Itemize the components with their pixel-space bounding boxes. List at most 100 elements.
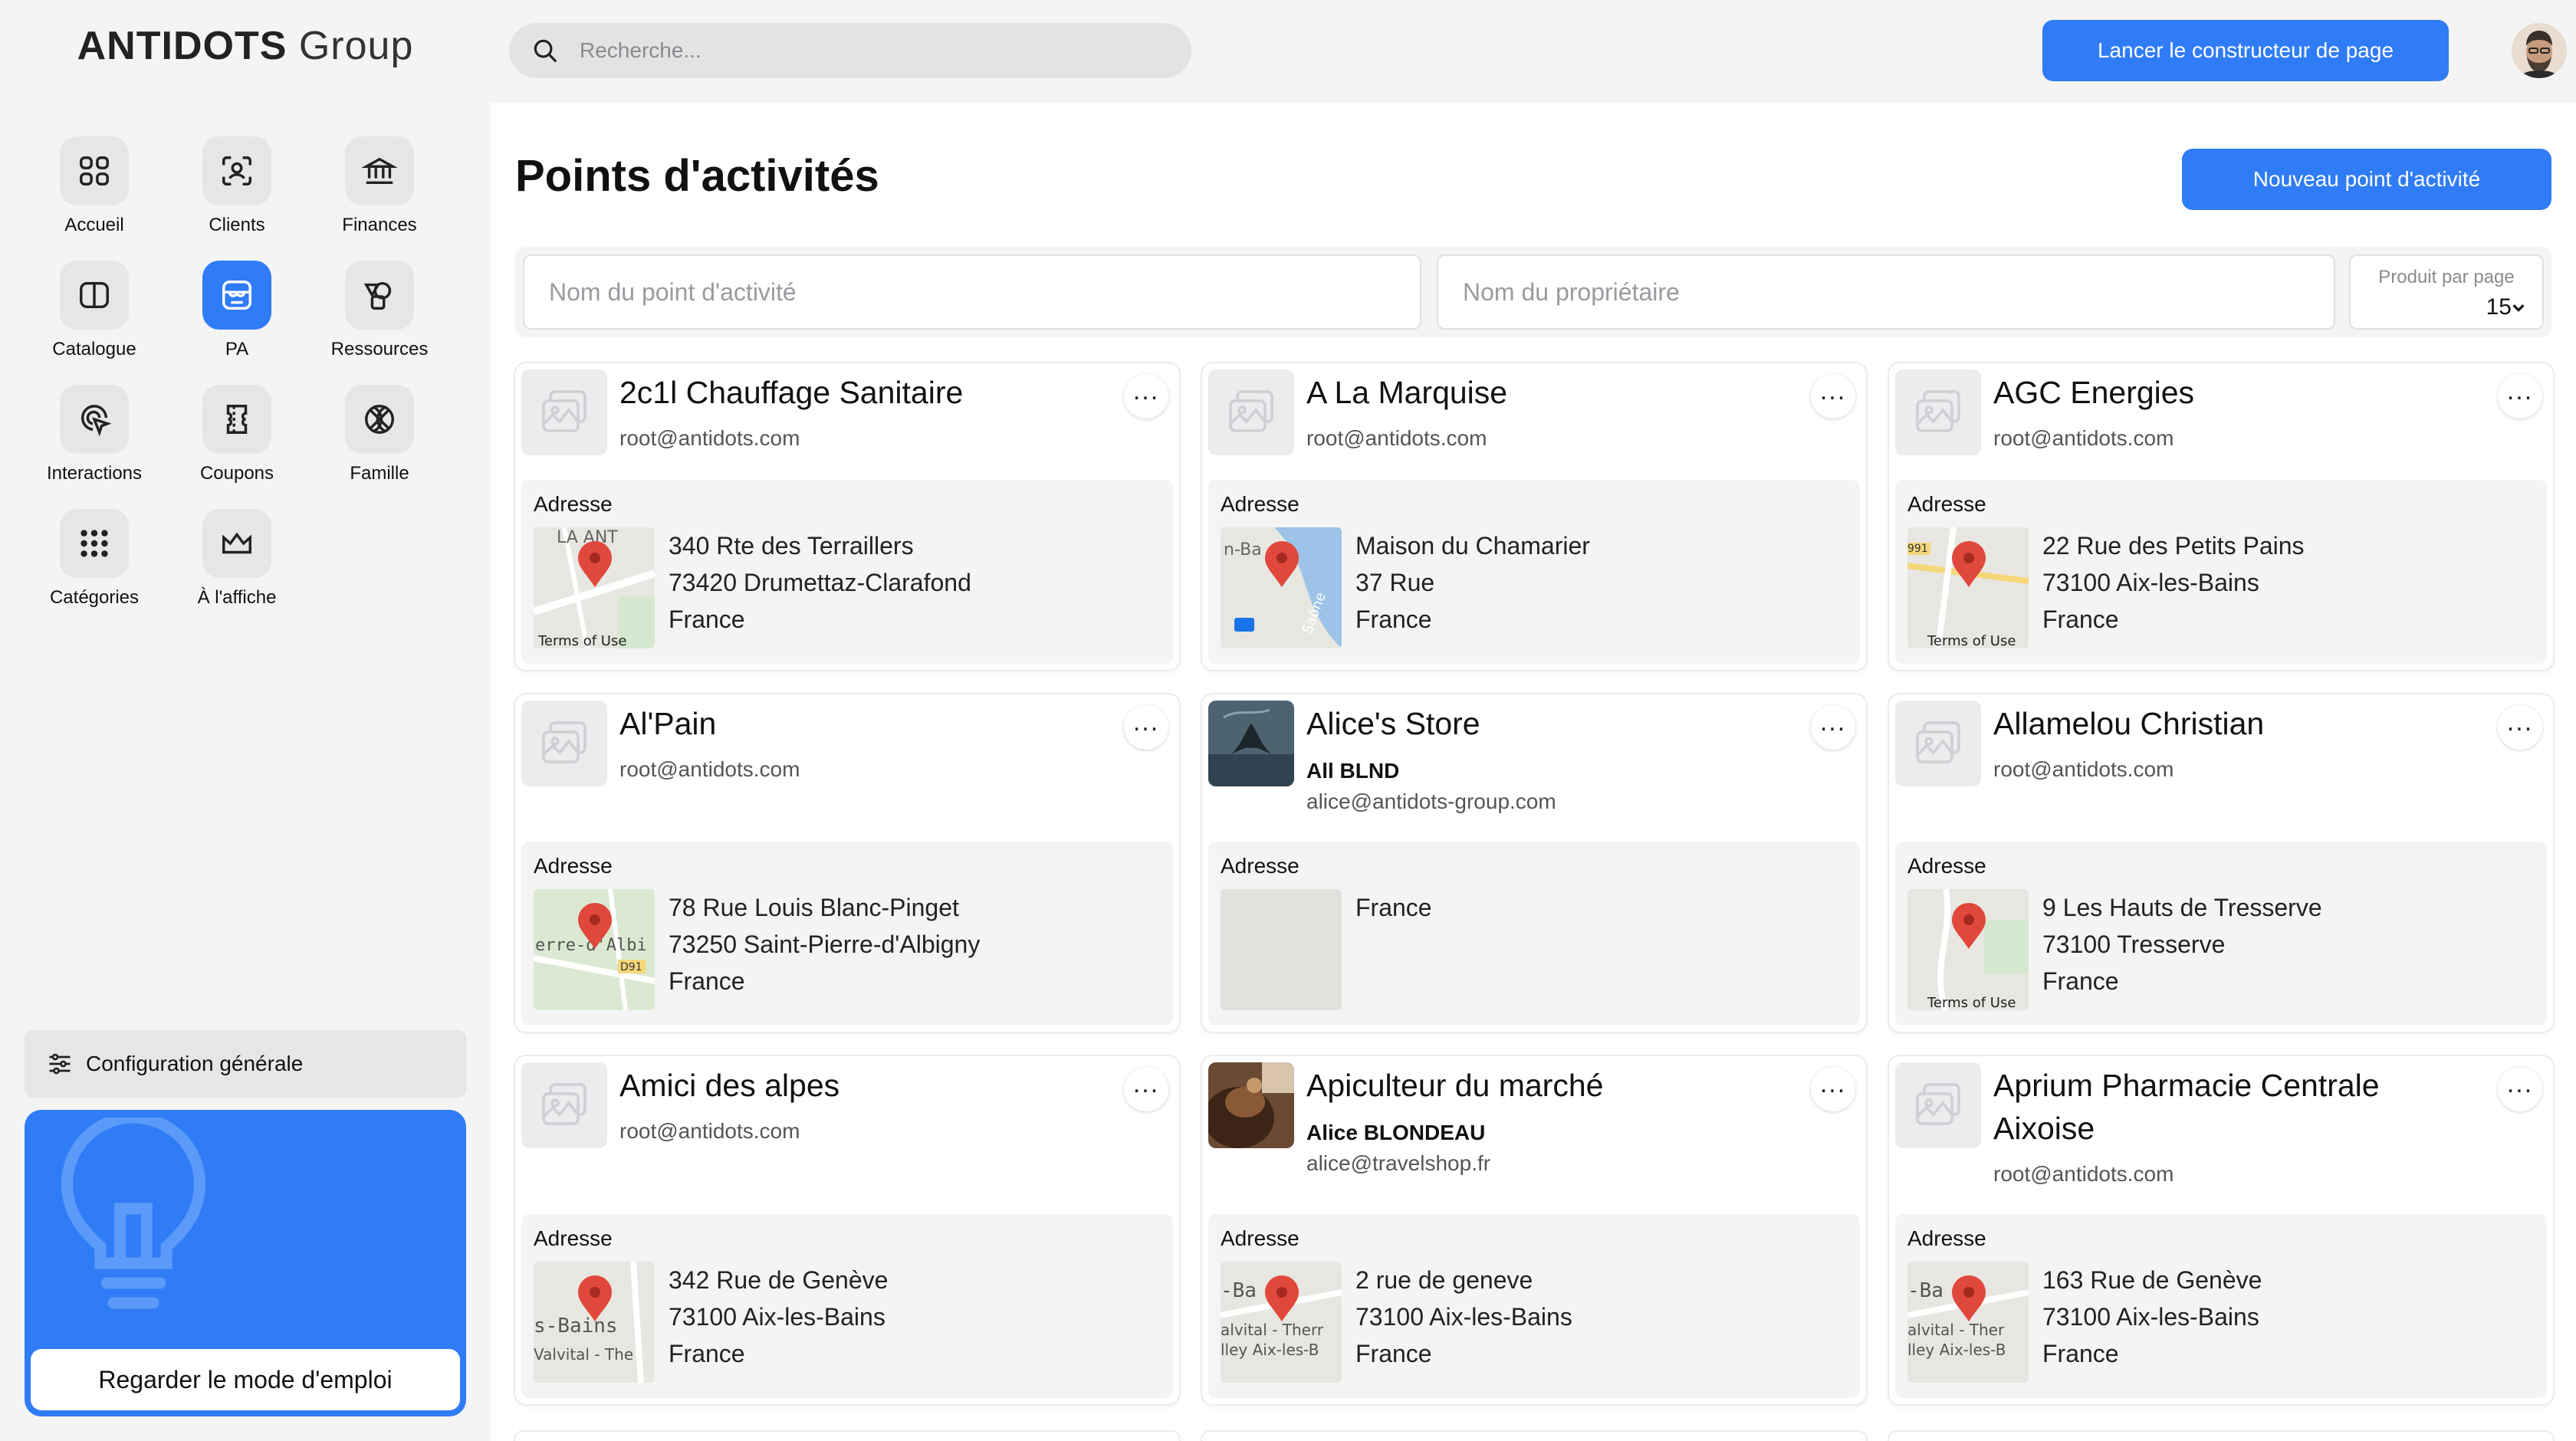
map-thumbnail[interactable]: erre-d'Albi D91 <box>534 889 655 1010</box>
nav-item-catalogue[interactable]: Catalogue <box>23 261 166 360</box>
sidebar: ANTIDOTS Group Accueil Clients Finances … <box>0 0 491 1441</box>
address-line: France <box>1355 894 1432 921</box>
launch-page-builder-button[interactable]: Lancer le constructeur de page <box>2042 20 2449 81</box>
more-options-button[interactable]: ... <box>2498 374 2542 419</box>
placeholder-image-icon <box>1208 369 1294 455</box>
activity-card[interactable]: A La Marquise root@antidots.com ... Adre… <box>1202 363 1866 670</box>
nav-item-clients[interactable]: Clients <box>166 136 308 236</box>
dots-grid-icon <box>60 509 129 578</box>
activity-card[interactable]: Al'Pain root@antidots.com ... Adresse er… <box>515 694 1179 1032</box>
address-line: France <box>669 967 745 995</box>
map-thumbnail[interactable]: -Ba alvital - Ther lley Aix-les-B <box>1907 1262 2029 1383</box>
search-input[interactable] <box>580 38 1162 63</box>
ticket-icon <box>202 385 271 454</box>
address-line: 73100 Aix-les-Bains <box>1355 1303 1572 1331</box>
activity-card[interactable]: 2c1l Chauffage Sanitaire root@antidots.c… <box>515 363 1179 670</box>
map-thumbnail[interactable]: Terms of Use <box>1907 889 2029 1010</box>
nav-item-a-laffiche[interactable]: À l'affiche <box>166 509 308 609</box>
address-line: 73100 Aix-les-Bains <box>669 1303 886 1331</box>
address-label: Adresse <box>1221 854 1300 878</box>
more-options-button[interactable]: ... <box>1811 374 1855 419</box>
search-icon <box>534 39 557 63</box>
address-line: France <box>669 606 745 633</box>
activity-card-partial[interactable] <box>1202 1432 1866 1441</box>
nav-item-finances[interactable]: Finances <box>308 136 451 236</box>
activity-card[interactable]: Amici des alpes root@antidots.com ... Ad… <box>515 1056 1179 1404</box>
activity-name: Al'Pain <box>619 706 717 741</box>
address-line: France <box>2042 1340 2119 1367</box>
per-page-select[interactable]: Produit par page 15 <box>2349 254 2544 330</box>
avatar[interactable] <box>2512 23 2567 78</box>
nav-item-categories[interactable]: Catégories <box>23 509 166 609</box>
nav-item-ressources[interactable]: Ressources <box>308 261 451 360</box>
search-bar[interactable] <box>509 23 1191 78</box>
address-lines: 340 Rte des Terraillers 73420 Drumettaz-… <box>669 527 971 638</box>
general-config-label: Configuration générale <box>86 1052 304 1075</box>
more-options-button[interactable]: ... <box>2498 1067 2542 1111</box>
more-options-button[interactable]: ... <box>2498 705 2542 750</box>
address-line: 73100 Tresserve <box>2042 931 2226 958</box>
activity-card[interactable]: AGC Energies root@antidots.com ... Adres… <box>1889 363 2553 670</box>
map-thumbnail[interactable]: n-Ba Saône <box>1221 527 1342 648</box>
activity-card-partial[interactable] <box>1889 1432 2553 1441</box>
ellipsis-icon: ... <box>1819 376 1847 405</box>
address-label: Adresse <box>1907 492 1986 516</box>
activity-card-partial[interactable] <box>515 1432 1179 1441</box>
more-options-button[interactable]: ... <box>1124 374 1168 419</box>
grid-icon <box>60 136 129 205</box>
per-page-label: Produit par page <box>2378 267 2515 287</box>
more-options-button[interactable]: ... <box>1124 1067 1168 1111</box>
map-thumbnail[interactable]: -Ba alvital - Therr lley Aix-les-B <box>1221 1262 1342 1383</box>
general-config-button[interactable]: Configuration générale <box>25 1030 466 1098</box>
activity-email: alice@travelshop.fr <box>1306 1151 1491 1175</box>
placeholder-image-icon <box>521 701 607 786</box>
address-line: France <box>2042 967 2119 995</box>
crown-icon <box>202 509 271 578</box>
more-options-button[interactable]: ... <box>1811 1067 1855 1111</box>
address-line: 37 Rue <box>1355 569 1435 596</box>
more-options-button[interactable]: ... <box>1811 705 1855 750</box>
store-photo <box>1208 1062 1294 1148</box>
placeholder-image-icon <box>521 369 607 455</box>
nav-item-interactions[interactable]: Interactions <box>23 385 166 484</box>
nav-item-accueil[interactable]: Accueil <box>23 136 166 236</box>
address-lines: 9 Les Hauts de Tresserve 73100 Tresserve… <box>2042 889 2322 1000</box>
address-line: 73100 Aix-les-Bains <box>2042 569 2259 596</box>
address-line: Maison du Chamarier <box>1355 532 1590 560</box>
more-options-button[interactable]: ... <box>1124 705 1168 750</box>
address-label: Adresse <box>1221 492 1300 516</box>
activity-email: root@antidots.com <box>1993 1162 2174 1186</box>
nav-label: Famille <box>350 463 409 484</box>
nav-item-coupons[interactable]: Coupons <box>166 385 308 484</box>
address-label: Adresse <box>1907 854 1986 878</box>
svg-text:lley Aix-les-B: lley Aix-les-B <box>1907 1341 2006 1359</box>
address-line: 163 Rue de Genève <box>2042 1266 2262 1294</box>
address-lines: 342 Rue de Genève 73100 Aix-les-Bains Fr… <box>669 1262 888 1372</box>
brand-logo[interactable]: ANTIDOTS Group <box>0 23 491 69</box>
bank-icon <box>345 136 414 205</box>
activity-card[interactable]: Aprium Pharmacie Centrale Aixoise root@a… <box>1889 1056 2553 1404</box>
activity-card[interactable]: Allamelou Christian root@antidots.com ..… <box>1889 694 2553 1032</box>
address-line: 73420 Drumettaz-Clarafond <box>669 569 971 596</box>
address-lines: 22 Rue des Petits Pains 73100 Aix-les-Ba… <box>2042 527 2305 638</box>
map-thumbnail[interactable]: LA ANT Terms of Use <box>534 527 655 648</box>
address-lines: 2 rue de geneve 73100 Aix-les-Bains Fran… <box>1355 1262 1572 1372</box>
map-thumbnail[interactable]: s-Bains Valvital - The <box>534 1262 655 1383</box>
activity-card[interactable]: Apiculteur du marché Alice BLONDEAU alic… <box>1202 1056 1866 1404</box>
nav-item-pa[interactable]: PA <box>166 261 308 360</box>
new-activity-point-button[interactable]: Nouveau point d'activité <box>2182 149 2551 210</box>
address-box: Adresse 991 Terms of Use 22 Rue des Petit… <box>1895 480 2547 664</box>
store-icon <box>202 261 271 330</box>
activity-name-filter[interactable] <box>523 254 1421 330</box>
map-thumbnail[interactable]: 991 Terms of Use <box>1907 527 2029 648</box>
activity-card[interactable]: Alice's Store All BLND alice@antidots-gr… <box>1202 694 1866 1032</box>
address-box: Adresse n-Ba Saône Maison du Chamarier 37… <box>1208 480 1860 664</box>
nav-item-famille[interactable]: Famille <box>308 385 451 484</box>
activity-email: root@antidots.com <box>1993 757 2174 781</box>
chevron-down-icon <box>2512 304 2525 312</box>
address-box: Adresse -Ba alvital - Therr lley Aix-les-B… <box>1208 1214 1860 1398</box>
watch-tutorial-button[interactable]: Regarder le mode d'emploi <box>31 1349 460 1410</box>
owner-name-filter[interactable] <box>1437 254 2335 330</box>
address-lines: 163 Rue de Genève 73100 Aix-les-Bains Fr… <box>2042 1262 2262 1372</box>
nav-label: Interactions <box>46 463 143 484</box>
